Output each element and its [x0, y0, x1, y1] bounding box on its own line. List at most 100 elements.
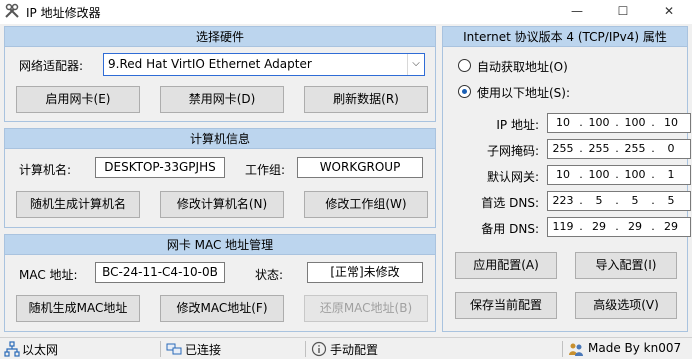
- author-credit: Made By kn007: [588, 341, 682, 355]
- status-divider: [160, 341, 161, 357]
- title-bar: IP 地址修改器 — ☐ ✕: [0, 0, 692, 24]
- ip-octet[interactable]: 100: [586, 114, 612, 132]
- auto-address-label[interactable]: 自动获取地址(O): [477, 58, 568, 75]
- enable-adapter-button[interactable]: 启用网卡(E): [16, 86, 140, 113]
- modify-computer-name-button[interactable]: 修改计算机名(N): [160, 191, 284, 218]
- hardware-panel-header: 选择硬件: [5, 27, 435, 47]
- tcpip-panel: Internet 协议版本 4 (TCP/IPv4) 属性 自动获取地址(O) …: [442, 26, 691, 332]
- ip-octet[interactable]: 119: [550, 218, 576, 236]
- config-mode: 手动配置: [330, 343, 379, 357]
- ip-address-input[interactable]: 119. 29. 29. 29: [547, 217, 691, 237]
- client-area: 选择硬件 网络适配器: 9.Red Hat VirtIO Ethernet Ad…: [0, 24, 692, 337]
- ip-field-label: IP 地址:: [496, 118, 539, 132]
- modify-mac-button[interactable]: 修改MAC地址(F): [160, 295, 284, 322]
- status-divider: [562, 341, 563, 357]
- ip-address-input[interactable]: 10. 100. 100. 1: [547, 165, 691, 185]
- info-icon: [311, 341, 327, 357]
- ip-address-input[interactable]: 10. 100. 100. 10: [547, 113, 691, 133]
- chevron-down-icon[interactable]: ⌵: [407, 54, 424, 75]
- octet-separator: .: [615, 194, 619, 207]
- ip-octet[interactable]: 100: [622, 114, 648, 132]
- computer-panel: 计算机信息 计算机名: DESKTOP-33GPJHS 工作组: WORKGRO…: [4, 128, 436, 228]
- workgroup-label: 工作组:: [245, 163, 286, 177]
- connection-state: 已连接: [185, 343, 222, 357]
- auto-address-radio[interactable]: [458, 59, 471, 72]
- connected-icon: [166, 343, 182, 355]
- close-button[interactable]: ✕: [646, 0, 692, 24]
- manual-address-label[interactable]: 使用以下地址(S):: [477, 84, 570, 101]
- octet-separator: .: [651, 220, 655, 233]
- ip-octet[interactable]: 255: [622, 140, 648, 158]
- octet-separator: .: [579, 194, 583, 207]
- octet-separator: .: [615, 220, 619, 233]
- workgroup-field[interactable]: WORKGROUP: [297, 157, 423, 178]
- computer-panel-header: 计算机信息: [5, 129, 435, 149]
- octet-separator: .: [651, 116, 655, 129]
- computer-name-label: 计算机名:: [19, 163, 72, 177]
- adapter-select-value: 9.Red Hat VirtIO Ethernet Adapter: [108, 57, 312, 71]
- ip-address-input[interactable]: 255. 255. 255. 0: [547, 139, 691, 159]
- ip-octet[interactable]: 5: [586, 192, 612, 210]
- ip-octet[interactable]: 255: [550, 140, 576, 158]
- ip-octet[interactable]: 29: [658, 218, 684, 236]
- ip-octet[interactable]: 29: [586, 218, 612, 236]
- import-config-button[interactable]: 导入配置(I): [575, 252, 677, 279]
- network-icon: [4, 341, 20, 357]
- ip-octet[interactable]: 100: [586, 166, 612, 184]
- ip-address-input[interactable]: 223. 5. 5. 5: [547, 191, 691, 211]
- tcpip-panel-header: Internet 协议版本 4 (TCP/IPv4) 属性: [443, 27, 687, 47]
- minimize-button[interactable]: —: [554, 0, 600, 24]
- ip-octet[interactable]: 10: [658, 114, 684, 132]
- mac-address-field[interactable]: BC-24-11-C4-10-0B: [95, 262, 225, 283]
- mac-panel: 网卡 MAC 地址管理 MAC 地址: BC-24-11-C4-10-0B 状态…: [4, 234, 436, 332]
- ip-octet[interactable]: 5: [622, 192, 648, 210]
- octet-separator: .: [579, 116, 583, 129]
- manual-address-radio[interactable]: [458, 85, 471, 98]
- adapter-label: 网络适配器:: [19, 59, 84, 73]
- ip-octet[interactable]: 0: [658, 140, 684, 158]
- ip-octet[interactable]: 255: [586, 140, 612, 158]
- save-config-button[interactable]: 保存当前配置: [455, 292, 557, 319]
- octet-separator: .: [615, 116, 619, 129]
- status-divider: [305, 341, 306, 357]
- octet-separator: .: [615, 142, 619, 155]
- users-icon: [569, 343, 583, 356]
- octet-separator: .: [651, 142, 655, 155]
- mac-status-field: [正常]未修改: [307, 262, 423, 283]
- ip-octet[interactable]: 10: [550, 166, 576, 184]
- octet-separator: .: [579, 142, 583, 155]
- maximize-button[interactable]: ☐: [600, 0, 646, 24]
- status-bar: 以太网 已连接 手动配置 Made By kn007: [0, 337, 692, 359]
- computer-name-field[interactable]: DESKTOP-33GPJHS: [95, 157, 225, 178]
- ip-field-label: 默认网关:: [486, 170, 539, 184]
- ip-octet[interactable]: 10: [550, 114, 576, 132]
- octet-separator: .: [651, 168, 655, 181]
- mac-status-label: 状态:: [255, 268, 284, 282]
- ip-octet[interactable]: 223: [550, 192, 576, 210]
- restore-mac-button[interactable]: 还原MAC地址(B): [304, 295, 428, 322]
- refresh-data-button[interactable]: 刷新数据(R): [304, 86, 428, 113]
- apply-config-button[interactable]: 应用配置(A): [455, 252, 557, 279]
- advanced-options-button[interactable]: 高级选项(V): [575, 292, 677, 319]
- octet-separator: .: [579, 168, 583, 181]
- mac-address-label: MAC 地址:: [19, 268, 78, 282]
- ip-field-label: 备用 DNS:: [481, 222, 539, 236]
- tools-icon: [5, 3, 19, 18]
- window-title: IP 地址修改器: [26, 6, 101, 20]
- disable-adapter-button[interactable]: 禁用网卡(D): [160, 86, 284, 113]
- mac-panel-header: 网卡 MAC 地址管理: [5, 235, 435, 255]
- hardware-panel: 选择硬件 网络适配器: 9.Red Hat VirtIO Ethernet Ad…: [4, 26, 436, 122]
- ip-octet[interactable]: 100: [622, 166, 648, 184]
- ip-field-label: 子网掩码:: [486, 144, 539, 158]
- ip-octet[interactable]: 1: [658, 166, 684, 184]
- random-computer-name-button[interactable]: 随机生成计算机名: [16, 191, 140, 218]
- ip-octet[interactable]: 5: [658, 192, 684, 210]
- ip-octet[interactable]: 29: [622, 218, 648, 236]
- ip-field-label: 首选 DNS:: [481, 196, 539, 210]
- octet-separator: .: [615, 168, 619, 181]
- modify-workgroup-button[interactable]: 修改工作组(W): [304, 191, 428, 218]
- octet-separator: .: [651, 194, 655, 207]
- random-mac-button[interactable]: 随机生成MAC地址: [16, 295, 140, 322]
- octet-separator: .: [579, 220, 583, 233]
- adapter-select[interactable]: 9.Red Hat VirtIO Ethernet Adapter ⌵: [103, 53, 425, 76]
